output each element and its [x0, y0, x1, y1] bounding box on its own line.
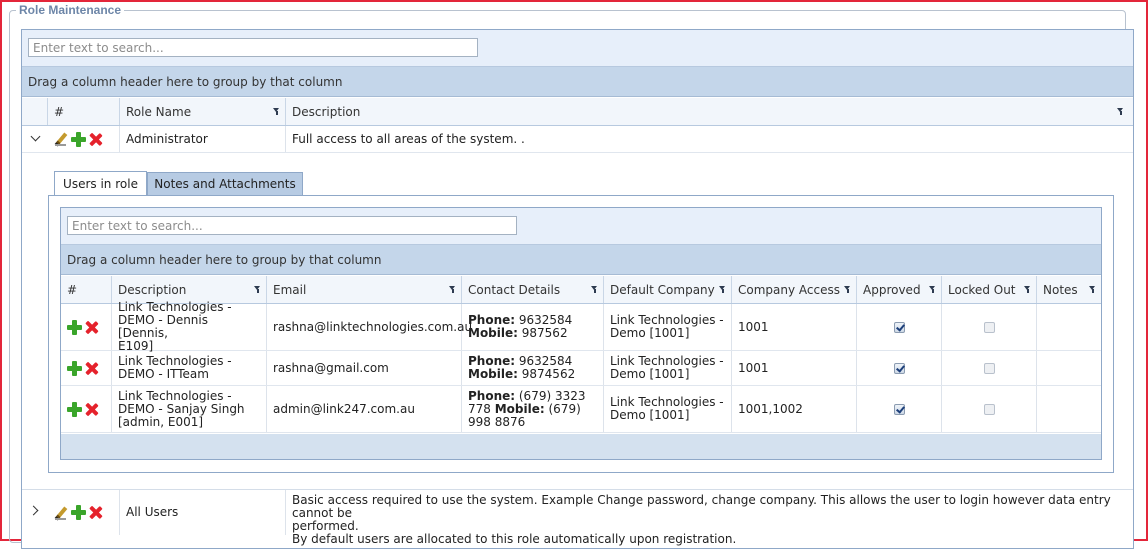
row-actions — [61, 351, 112, 385]
role-name-cell: All Users — [120, 490, 286, 535]
num-header[interactable]: # — [48, 98, 120, 125]
filter-icon[interactable] — [449, 285, 456, 294]
notes-cell — [1037, 304, 1101, 350]
locked-out-checkbox[interactable] — [983, 362, 995, 374]
tab-notes-and-attachments[interactable]: Notes and Attachments — [147, 172, 303, 195]
filter-icon[interactable] — [273, 107, 280, 116]
locked-out-checkbox[interactable] — [983, 321, 995, 333]
notes-cell — [1037, 386, 1101, 432]
expand-cell — [22, 126, 48, 152]
group-hint-text: Drag a column header here to group by th… — [67, 253, 382, 267]
access-cell: 1001 — [732, 304, 857, 350]
notes-cell — [1037, 351, 1101, 385]
user-description-cell: Link Technologies - DEMO - Dennis [Dennis… — [112, 301, 267, 353]
add-plus-icon[interactable] — [67, 319, 82, 335]
description-line: By default users are allocated to this r… — [292, 532, 737, 546]
contact-cell: Phone: 9632584 Mobile: 987562 — [462, 304, 604, 350]
locked-out-header[interactable]: Locked Out — [942, 276, 1037, 303]
delete-x-icon[interactable] — [85, 362, 98, 375]
delete-x-icon[interactable] — [85, 403, 98, 416]
access-cell: 1001,1002 — [732, 386, 857, 432]
email-header[interactable]: Email — [267, 276, 462, 303]
approved-checkbox[interactable] — [893, 403, 905, 415]
grid-footer — [61, 434, 1101, 459]
approved-cell — [857, 351, 942, 385]
approved-checkbox[interactable] — [893, 362, 905, 374]
roles-search-bar — [22, 30, 1133, 67]
filter-icon[interactable] — [929, 285, 936, 294]
filter-icon[interactable] — [719, 285, 726, 294]
num-header[interactable]: # — [61, 276, 112, 303]
add-plus-icon[interactable] — [67, 360, 82, 376]
filter-icon[interactable] — [1117, 107, 1124, 116]
chevron-down-icon[interactable] — [30, 131, 41, 142]
users-group-panel[interactable]: Drag a column header here to group by th… — [61, 245, 1101, 275]
table-row: Administrator Full access to all areas o… — [22, 126, 1133, 153]
users-search-bar — [61, 208, 1101, 245]
company-cell: Link Technologies - Demo [1001] — [604, 304, 732, 350]
email-cell: rashna@linktechnologies.com.au — [267, 304, 472, 350]
approved-cell — [857, 304, 942, 350]
notes-header[interactable]: Notes — [1037, 276, 1101, 303]
add-plus-icon[interactable] — [71, 505, 86, 520]
delete-x-icon[interactable] — [85, 321, 98, 334]
locked-out-checkbox[interactable] — [983, 403, 995, 415]
contact-details-header[interactable]: Contact Details — [462, 276, 604, 303]
locked-cell — [942, 351, 1037, 385]
filter-icon[interactable] — [254, 285, 261, 294]
filter-icon[interactable] — [1024, 285, 1031, 294]
users-search-input[interactable] — [67, 216, 517, 235]
users-grid: Drag a column header here to group by th… — [60, 207, 1102, 460]
user-description-cell: Link Technologies - DEMO - ITTeam — [112, 351, 267, 385]
add-plus-icon[interactable] — [71, 131, 86, 147]
contact-cell: Phone: 9632584 Mobile: 9874562 — [462, 351, 604, 385]
group-hint-text: Drag a column header here to group by th… — [28, 75, 343, 89]
filter-icon[interactable] — [844, 285, 851, 294]
default-company-header[interactable]: Default Company — [604, 276, 732, 303]
roles-search-input[interactable] — [28, 38, 478, 57]
email-cell: admin@link247.com.au — [267, 386, 462, 432]
expand-header-cell — [22, 98, 48, 125]
approved-checkbox[interactable] — [893, 321, 905, 333]
edit-pencil-icon[interactable] — [54, 506, 68, 520]
roles-group-panel[interactable]: Drag a column header here to group by th… — [22, 67, 1133, 97]
panel-title: Role Maintenance — [19, 3, 122, 17]
filter-icon[interactable] — [591, 285, 598, 294]
contact-cell: Phone: (679) 3323 778 Mobile: (679) 998 … — [462, 386, 604, 432]
access-cell: 1001 — [732, 351, 857, 385]
role-name-cell: Administrator — [120, 126, 286, 152]
company-cell: Link Technologies - Demo [1001] — [604, 351, 732, 385]
roles-header-row: # Role Name Description — [22, 98, 1133, 126]
user-description-cell: Link Technologies - DEMO - Sanjay Singh [a… — [112, 386, 267, 432]
row-actions — [48, 490, 120, 535]
locked-cell — [942, 386, 1037, 432]
edit-pencil-icon[interactable] — [54, 132, 68, 146]
table-row: Link Technologies - DEMO - Dennis [Dennis… — [61, 301, 1101, 353]
company-access-header[interactable]: Company Access — [732, 276, 857, 303]
description-line: Basic access required to use the system.… — [292, 493, 1111, 520]
row-actions — [48, 126, 120, 152]
locked-cell — [942, 304, 1037, 350]
row-actions — [61, 386, 112, 432]
add-plus-icon[interactable] — [67, 401, 82, 417]
company-cell: Link Technologies - Demo [1001] — [604, 386, 732, 432]
table-row: Link Technologies - DEMO - ITTeam rashna@… — [61, 351, 1101, 386]
row-actions — [61, 304, 112, 350]
expand-cell — [22, 490, 48, 535]
email-cell: rashna@gmail.com — [267, 351, 462, 385]
tab-users-in-role[interactable]: Users in role — [54, 171, 147, 195]
delete-x-icon[interactable] — [89, 506, 102, 519]
table-row: All Users Basic access required to use t… — [22, 489, 1133, 546]
approved-cell — [857, 386, 942, 432]
description-cell: Basic access required to use the system.… — [286, 490, 1133, 546]
description-header[interactable]: Description — [112, 276, 267, 303]
delete-x-icon[interactable] — [89, 133, 102, 146]
chevron-right-icon[interactable] — [28, 505, 39, 516]
role-name-header[interactable]: Role Name — [120, 98, 286, 125]
filter-icon[interactable] — [1089, 285, 1096, 294]
description-header[interactable]: Description — [286, 98, 1133, 125]
table-row: Link Technologies - DEMO - Sanjay Singh [a… — [61, 386, 1101, 433]
approved-header[interactable]: Approved — [857, 276, 942, 303]
description-cell: Full access to all areas of the system. … — [292, 131, 525, 146]
